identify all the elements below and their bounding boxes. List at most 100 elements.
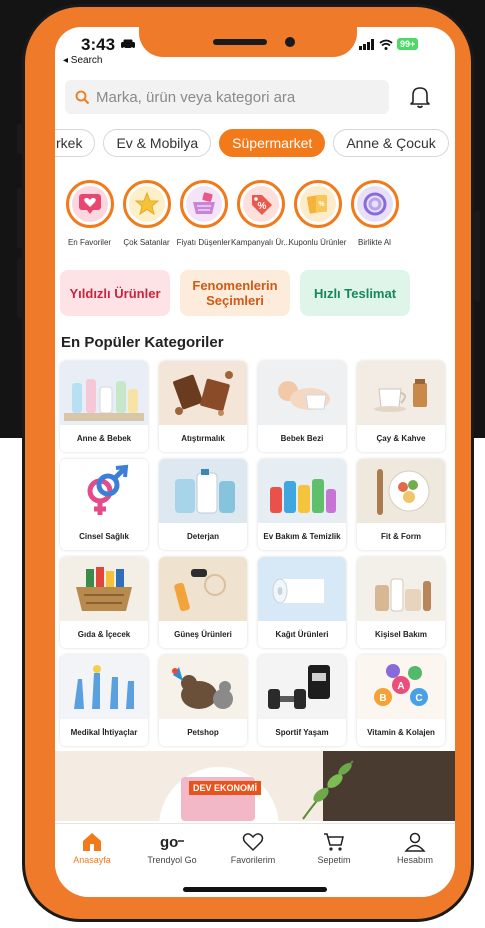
category-label: Deterjan xyxy=(186,531,219,541)
category-image: BAC xyxy=(357,655,445,719)
category-label: Ev Bakım & Temizlik xyxy=(263,531,341,541)
chip-fast-delivery[interactable]: Hızlı Teslimat xyxy=(300,270,410,316)
nav-label: Anasayfa xyxy=(73,855,111,865)
quick-category-image: % xyxy=(242,186,279,222)
category-image xyxy=(258,361,346,425)
nav-trendyol-go[interactable]: go Trendyol Go xyxy=(137,832,207,865)
nav-label: Trendyol Go xyxy=(147,855,197,865)
category-label: Cinsel Sağlık xyxy=(79,531,129,541)
notification-bell-icon[interactable] xyxy=(409,85,431,109)
svg-text:go: go xyxy=(160,834,178,851)
coupon-icon: % xyxy=(306,195,327,214)
vitamin-icon: BAC xyxy=(374,664,428,706)
bottom-navigation: Anasayfa go Trendyol Go Favorilerim Sepe… xyxy=(55,823,455,897)
category-card-cinsel-saglik[interactable]: Cinsel Sağlık xyxy=(60,459,148,550)
quick-category-label: Çok Satanlar xyxy=(123,238,170,247)
category-card-deterjan[interactable]: Deterjan xyxy=(159,459,247,550)
chip-influencer-picks[interactable]: Fenomenlerin Seçimleri xyxy=(180,270,290,316)
category-card-ev-bakim-temizlik[interactable]: Ev Bakım & Temizlik xyxy=(258,459,346,550)
category-card-kisisel-bakim[interactable]: Kişisel Bakım xyxy=(357,557,445,648)
category-label: Kağıt Ürünleri xyxy=(275,629,329,639)
user-icon xyxy=(404,832,426,852)
category-card-vitamin-kolajen[interactable]: BAC Vitamin & Kolajen xyxy=(357,655,445,746)
phone-screen: 3:43 ◂ Search 99+ Marka, ürün veya kateg… xyxy=(55,27,455,897)
quick-category-image xyxy=(356,186,393,222)
category-image xyxy=(357,557,445,621)
quick-category-ring xyxy=(350,180,399,228)
category-tabs: rkek Ev & Mobilya Süpermarket Anne & Çoc… xyxy=(55,129,455,157)
quick-category-best-sellers[interactable]: Çok Satanlar xyxy=(118,180,175,247)
category-label: Bebek Bezi xyxy=(280,433,324,443)
category-label: Kişisel Bakım xyxy=(374,629,428,639)
category-image xyxy=(159,557,247,621)
category-image xyxy=(60,459,148,523)
category-card-petshop[interactable]: Petshop xyxy=(159,655,247,746)
category-label: Anne & Bebek xyxy=(76,433,132,443)
paper-roll-icon xyxy=(272,578,324,604)
category-card-anne-bebek[interactable]: Anne & Bebek xyxy=(60,361,148,452)
tab-supermarket[interactable]: Süpermarket xyxy=(219,129,326,157)
category-image xyxy=(258,557,346,621)
camera xyxy=(285,37,295,47)
quick-category-ring xyxy=(122,180,171,228)
home-indicator xyxy=(183,887,327,892)
quick-category-buy-together[interactable]: Birlikte Al xyxy=(346,180,403,247)
status-time: 3:43 xyxy=(81,35,136,55)
quick-categories: En Favoriler Çok Satanlar Fiyatı Düşenle… xyxy=(61,180,403,247)
detergent-icon xyxy=(175,469,235,514)
category-card-gida-icecek[interactable]: Gıda & İçecek xyxy=(60,557,148,648)
chocolate-icon xyxy=(173,371,233,416)
nav-account[interactable]: Hesabım xyxy=(380,832,450,865)
sun-sand-icon xyxy=(174,569,226,612)
svg-text:%: % xyxy=(257,201,266,212)
category-card-medikal-ihtiyaclar[interactable]: Medikal İhtiyaçlar xyxy=(60,655,148,746)
star-icon xyxy=(134,191,159,216)
category-label: Petshop xyxy=(187,727,219,737)
svg-text:%: % xyxy=(318,201,325,208)
tab-erkek[interactable]: rkek xyxy=(55,129,96,157)
notch xyxy=(139,27,357,57)
category-card-gunes-urunleri[interactable]: Güneş Ürünleri xyxy=(159,557,247,648)
search-input[interactable]: Marka, ürün veya kategori ara xyxy=(96,89,295,106)
nav-home[interactable]: Anasayfa xyxy=(57,832,127,865)
back-to-search[interactable]: ◂ Search xyxy=(63,55,102,66)
leaf-icon xyxy=(302,760,354,820)
category-image xyxy=(159,655,247,719)
nav-favorites[interactable]: Favorilerim xyxy=(218,832,288,865)
search-bar[interactable]: Marka, ürün veya kategori ara xyxy=(65,80,389,114)
svg-text:C: C xyxy=(415,693,422,704)
quick-category-campaigns[interactable]: % Kampanyalı Ür... xyxy=(231,180,290,247)
tab-ev-mobilya[interactable]: Ev & Mobilya xyxy=(103,129,212,157)
svg-text:A: A xyxy=(397,681,404,692)
car-icon xyxy=(120,39,135,50)
category-image xyxy=(159,459,247,523)
highlight-chips: Yıldızlı Ürünler Fenomenlerin Seçimleri … xyxy=(60,270,410,316)
category-card-atistirmalik[interactable]: Atıştırmalık xyxy=(159,361,247,452)
category-image xyxy=(60,557,148,621)
healthy-bowl-icon xyxy=(377,469,430,515)
quick-category-ring: % xyxy=(236,180,285,228)
chip-starred-products[interactable]: Yıldızlı Ürünler xyxy=(60,270,170,316)
quick-category-label: Birlikte Al xyxy=(358,238,391,247)
category-image xyxy=(357,361,445,425)
quick-category-favorites[interactable]: En Favoriler xyxy=(61,180,118,247)
signal-icon xyxy=(359,38,374,50)
category-card-bebek-bezi[interactable]: Bebek Bezi xyxy=(258,361,346,452)
promo-banner[interactable]: DEV EKONOMİ xyxy=(55,751,455,821)
baby-bottles-icon xyxy=(64,379,144,421)
quick-category-price-drops[interactable]: Fiyatı Düşenler xyxy=(175,180,232,247)
quick-category-coupons[interactable]: % Kuponlu Ürünler xyxy=(289,180,346,247)
tab-anne-cocuk[interactable]: Anne & Çocuk xyxy=(333,129,449,157)
nav-cart[interactable]: Sepetim xyxy=(299,832,369,865)
spiral-icon xyxy=(363,192,386,216)
nav-label: Favorilerim xyxy=(230,855,276,865)
category-card-kagit-urunleri[interactable]: Kağıt Ürünleri xyxy=(258,557,346,648)
category-card-sportif-yasam[interactable]: Sportif Yaşam xyxy=(258,655,346,746)
basket-icon xyxy=(192,192,215,214)
category-card-fit-form[interactable]: Fit & Form xyxy=(357,459,445,550)
teacup-icon xyxy=(374,379,427,412)
status-icons: 99+ xyxy=(359,38,419,50)
category-card-cay-kahve[interactable]: Çay & Kahve xyxy=(357,361,445,452)
gender-icon xyxy=(87,464,129,515)
quick-category-label: Kuponlu Ürünler xyxy=(288,238,347,247)
